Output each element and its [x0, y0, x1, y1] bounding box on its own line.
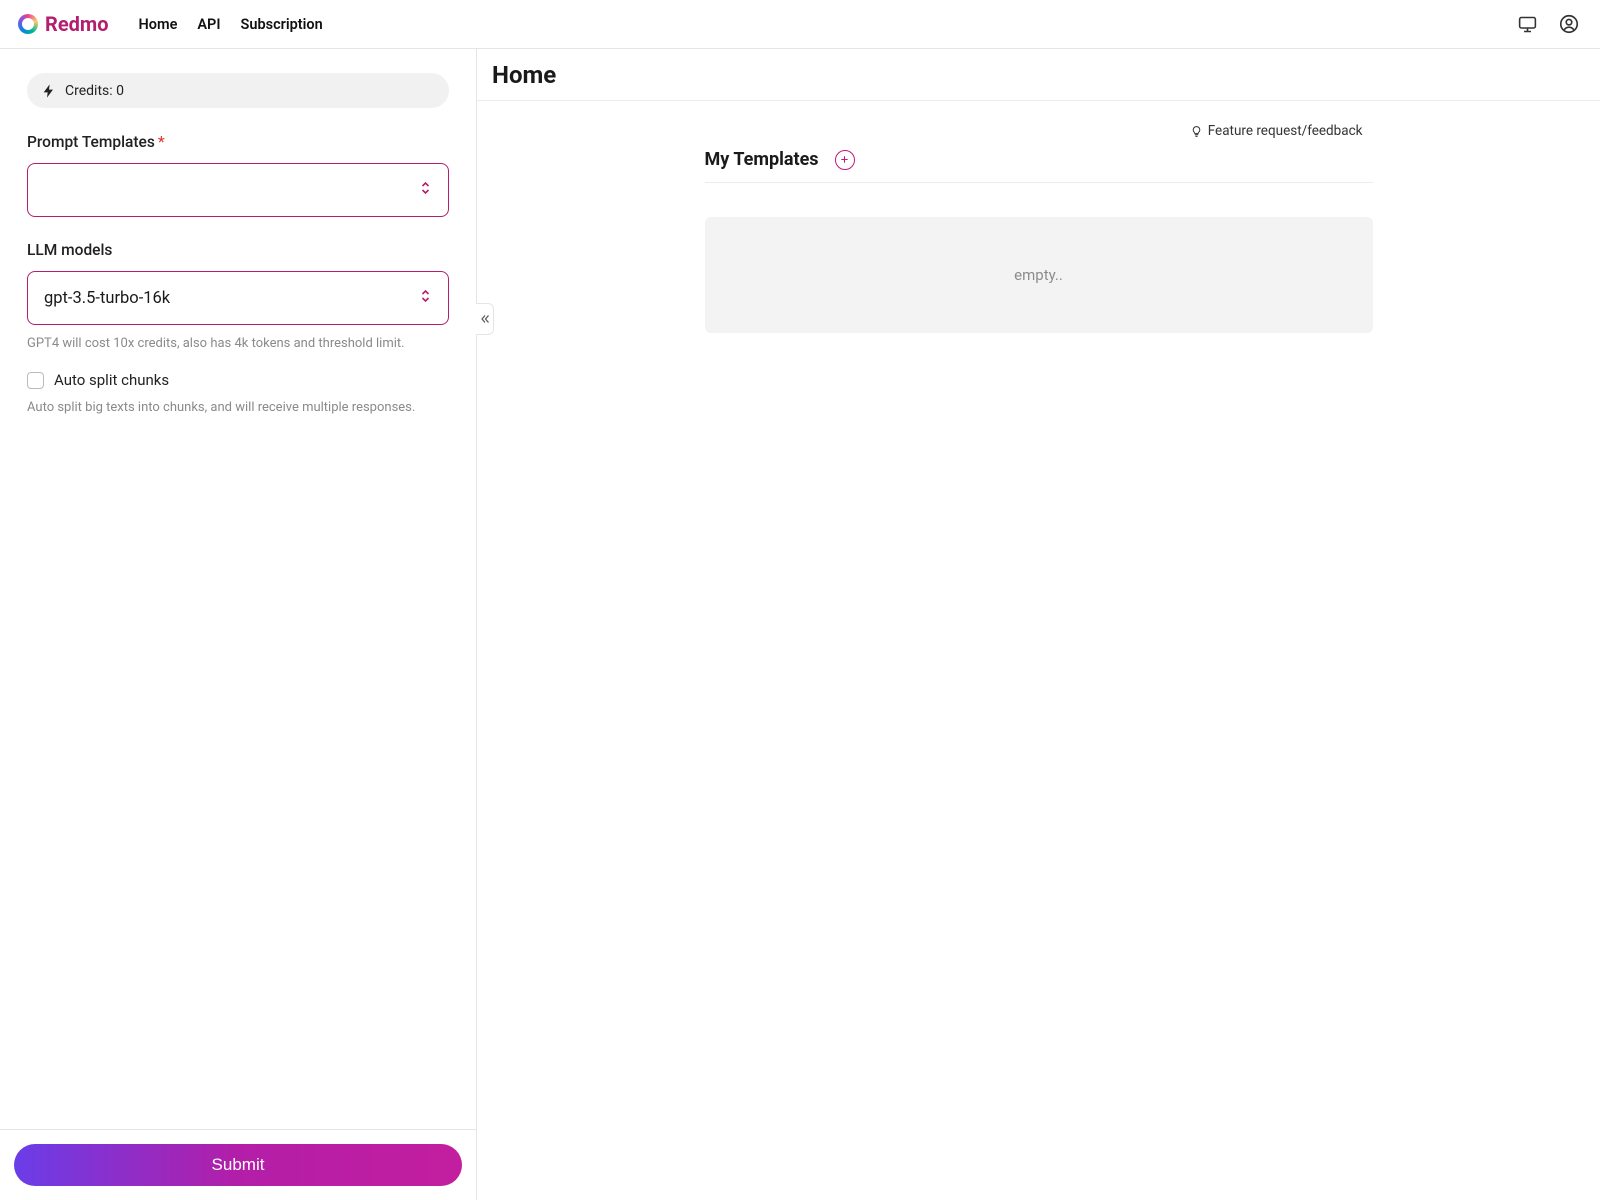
- topbar: Redmo Home API Subscription: [0, 0, 1600, 49]
- brand[interactable]: Redmo: [18, 12, 109, 36]
- chevron-double-left-icon: [479, 313, 491, 325]
- llm-hint: GPT4 will cost 10x credits, also has 4k …: [27, 335, 449, 353]
- lightbulb-icon: [1190, 125, 1203, 138]
- chevron-updown-icon: [419, 179, 432, 202]
- desktop-icon[interactable]: [1514, 11, 1540, 37]
- section-title: My Templates: [705, 149, 819, 170]
- nav-home[interactable]: Home: [139, 16, 178, 33]
- submit-button[interactable]: Submit: [14, 1144, 462, 1186]
- page-title-bar: Home: [477, 49, 1600, 101]
- feedback-label: Feature request/feedback: [1208, 123, 1363, 139]
- llm-field: LLM models gpt-3.5-turbo-16k GPT4 will c…: [27, 241, 449, 353]
- plus-icon: [839, 154, 850, 165]
- nav-api[interactable]: API: [197, 16, 220, 33]
- llm-value: gpt-3.5-turbo-16k: [44, 289, 170, 308]
- nav: Home API Subscription: [139, 16, 323, 33]
- credits-label: Credits: 0: [65, 83, 124, 99]
- brand-name: Redmo: [45, 12, 109, 36]
- split-hint: Auto split big texts into chunks, and wi…: [27, 399, 449, 417]
- split-row: Auto split chunks: [27, 371, 449, 389]
- sidebar-footer: Submit: [0, 1129, 476, 1200]
- sidebar: Credits: 0 Prompt Templates* LLM models …: [0, 49, 477, 1200]
- llm-select[interactable]: gpt-3.5-turbo-16k: [27, 271, 449, 325]
- nav-subscription[interactable]: Subscription: [241, 16, 323, 33]
- page-title: Home: [492, 61, 1585, 89]
- prompt-templates-select[interactable]: [27, 163, 449, 217]
- required-asterisk: *: [158, 132, 165, 151]
- empty-state: empty..: [705, 217, 1373, 333]
- topbar-right: [1514, 11, 1582, 37]
- lightning-icon: [41, 83, 57, 99]
- main: Home Feature request/feedback My Templat…: [477, 49, 1600, 1200]
- llm-label: LLM models: [27, 241, 449, 259]
- prompt-templates-field: Prompt Templates*: [27, 132, 449, 217]
- auto-split-checkbox[interactable]: [27, 372, 44, 389]
- credits-badge: Credits: 0: [27, 73, 449, 108]
- section-head: My Templates: [705, 149, 1373, 183]
- prompt-templates-label: Prompt Templates: [27, 133, 155, 151]
- add-template-button[interactable]: [835, 150, 855, 170]
- feedback-link[interactable]: Feature request/feedback: [1190, 123, 1363, 139]
- topbar-left: Redmo Home API Subscription: [18, 12, 323, 36]
- brand-logo-icon: [18, 14, 38, 34]
- chevron-updown-icon: [419, 287, 432, 310]
- collapse-sidebar-button[interactable]: [476, 303, 494, 335]
- auto-split-label: Auto split chunks: [54, 371, 169, 389]
- user-icon[interactable]: [1556, 11, 1582, 37]
- empty-text: empty..: [1014, 266, 1063, 284]
